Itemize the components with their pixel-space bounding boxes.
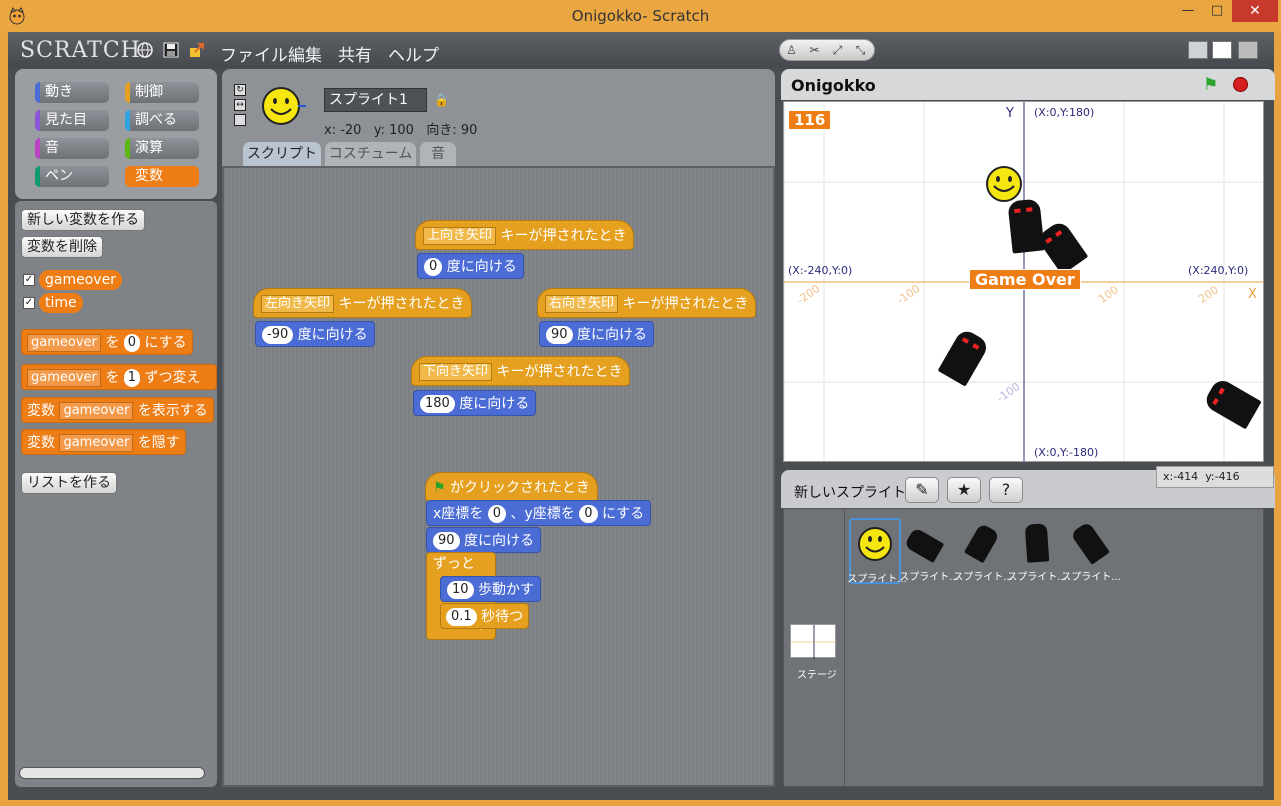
stop-button[interactable] — [1233, 77, 1248, 92]
choose-sprite-icon[interactable]: ★ — [947, 477, 981, 503]
chaser-sprite-1[interactable] — [1007, 198, 1045, 254]
stage-thumbnail[interactable] — [790, 624, 837, 659]
sprite-thumb-1[interactable]: スプライト... — [847, 518, 907, 585]
move-steps-block[interactable]: 10 歩動かす — [440, 576, 541, 602]
make-variable-button[interactable]: 新しい変数を作る — [21, 209, 145, 231]
normal-stage-view-icon[interactable] — [1212, 41, 1232, 59]
paint-sprite-icon[interactable]: ✎ — [905, 477, 939, 503]
stage-label: ステージ — [797, 670, 837, 681]
close-button[interactable]: ✕ — [1232, 0, 1278, 22]
left-coord-label: (X:-240,Y:0) — [788, 264, 853, 277]
window-titlebar: Onigokko- Scratch — □ ✕ — [0, 0, 1281, 32]
tab-costumes[interactable]: コスチューム — [325, 142, 416, 166]
point-left-block[interactable]: -90 度に向ける — [255, 321, 375, 347]
category-sensing[interactable]: 調べる — [125, 110, 199, 131]
wait-block[interactable]: 0.1 秒待つ — [440, 603, 530, 629]
no-rotate-icon[interactable] — [234, 114, 246, 126]
hide-variable-block[interactable]: 変数 gameover を隠す — [21, 429, 186, 455]
top-coord-label: (X:0,Y:180) — [1034, 106, 1095, 119]
set-variable-block[interactable]: gameover を 0 にする — [21, 329, 193, 355]
block-palette: 新しい変数を作る 変数を削除 ✓ gameover ✓ time gameove… — [15, 201, 217, 787]
sprite-thumb-5[interactable]: スプライト... — [1061, 518, 1121, 584]
point-right-block[interactable]: 90 度に向ける — [539, 321, 654, 347]
globe-icon[interactable] — [136, 41, 154, 59]
sprite-coords: x: -20 y: 100 向き: 90 — [324, 123, 478, 138]
green-flag-button[interactable]: ⚑ — [1203, 75, 1218, 95]
right-coord-label: (X:240,Y:0) — [1188, 264, 1249, 277]
change-variable-block[interactable]: gameover を 1 ずつ変える — [21, 364, 217, 412]
project-title: Onigokko — [791, 76, 876, 95]
rotate-style-icon[interactable]: ↻ — [234, 84, 246, 96]
small-stage-view-icon[interactable] — [1188, 41, 1208, 59]
time-reporter[interactable]: time — [39, 293, 83, 313]
flip-style-icon[interactable]: ↔ — [234, 99, 246, 111]
bottom-coord-label: (X:0,Y:-180) — [1034, 446, 1099, 459]
sprite-name-field[interactable]: スプライト1 — [324, 88, 427, 112]
category-motion[interactable]: 動き — [35, 82, 109, 103]
sprite-thumbnail — [260, 86, 306, 129]
window-title: Onigokko- Scratch — [571, 7, 710, 25]
divider — [844, 508, 845, 787]
shrink-tool-icon[interactable]: ⤡ — [849, 40, 872, 60]
delete-variable-button[interactable]: 変数を削除 — [21, 236, 103, 258]
time-checkbox[interactable]: ✓ — [23, 297, 35, 309]
grow-tool-icon[interactable]: ⤢ — [826, 40, 849, 60]
maximize-button[interactable]: □ — [1203, 0, 1231, 22]
green-flag-hat-block[interactable]: ⚑ がクリックされたとき — [425, 472, 599, 502]
scratch-logo: SCRATCH — [20, 38, 141, 63]
tab-scripts[interactable]: スクリプト — [243, 142, 321, 166]
sprite-thumb-4[interactable]: スプライト... — [1007, 518, 1067, 584]
menu-edit[interactable]: 編集 — [288, 41, 322, 66]
sprite-thumb-2[interactable]: スプライト... — [899, 518, 959, 584]
tab-sounds[interactable]: 音 — [420, 142, 456, 166]
minimize-button[interactable]: — — [1174, 0, 1202, 22]
make-list-button[interactable]: リストを作る — [21, 472, 117, 494]
green-flag-icon: ⚑ — [433, 480, 446, 496]
delete-tool-icon[interactable]: ✂ — [803, 40, 826, 60]
presentation-mode-icon[interactable] — [1238, 41, 1258, 59]
mouse-coords: x:-414 y:-416 — [1156, 466, 1274, 488]
right-key-hat-block[interactable]: 右向き矢印 キーが押されたとき — [537, 288, 757, 318]
game-over-monitor: Game Over — [969, 269, 1081, 290]
menu-help[interactable]: ヘルプ — [388, 41, 439, 66]
down-key-hat-block[interactable]: 下向き矢印 キーが押されたとき — [411, 356, 631, 386]
category-operators[interactable]: 演算 — [125, 138, 199, 159]
timer-monitor: 116 — [788, 110, 832, 130]
x-axis-label: X — [1248, 287, 1257, 302]
category-sound[interactable]: 音 — [35, 138, 109, 159]
gameover-checkbox[interactable]: ✓ — [23, 274, 35, 286]
duplicate-tool-icon[interactable]: ♙ — [780, 40, 803, 60]
y-axis-label: Y — [1006, 106, 1014, 121]
menu-share[interactable]: 共有 — [338, 41, 372, 66]
category-panel: 動き 制御 見た目 調べる 音 演算 ペン 変数 — [15, 69, 217, 199]
category-looks[interactable]: 見た目 — [35, 110, 109, 131]
surprise-sprite-icon[interactable]: ? — [989, 477, 1023, 503]
up-key-hat-block[interactable]: 上向き矢印 キーが押されたとき — [415, 220, 635, 250]
share-icon[interactable] — [188, 41, 206, 59]
left-key-hat-block[interactable]: 左向き矢印 キーが押されたとき — [253, 288, 473, 318]
menu-file[interactable]: ファイル — [220, 41, 288, 66]
gameover-reporter[interactable]: gameover — [39, 270, 122, 290]
category-variables[interactable]: 変数 — [125, 166, 199, 187]
point-up-block[interactable]: 0 度に向ける — [417, 253, 524, 279]
sprite-thumb-3[interactable]: スプライト... — [953, 518, 1013, 584]
lock-icon[interactable]: 🔒 — [434, 93, 449, 107]
edit-tools: ♙ ✂ ⤢ ⤡ — [779, 39, 875, 61]
category-control[interactable]: 制御 — [125, 82, 199, 103]
point-down-block[interactable]: 180 度に向ける — [413, 390, 537, 416]
point-direction-block[interactable]: 90 度に向ける — [426, 527, 541, 553]
goto-xy-block[interactable]: x座標を 0 、y座標を 0 にする — [426, 500, 652, 526]
category-pen[interactable]: ペン — [35, 166, 109, 187]
stage[interactable]: 116 Y (X:0,Y:180) (X:0,Y:-180) (X:-240,Y… — [783, 101, 1264, 462]
palette-scrollbar[interactable] — [19, 767, 205, 779]
show-variable-block[interactable]: 変数 gameover を表示する — [21, 397, 214, 423]
new-sprite-label: 新しいスプライト: — [794, 485, 911, 501]
save-icon[interactable] — [162, 41, 180, 59]
